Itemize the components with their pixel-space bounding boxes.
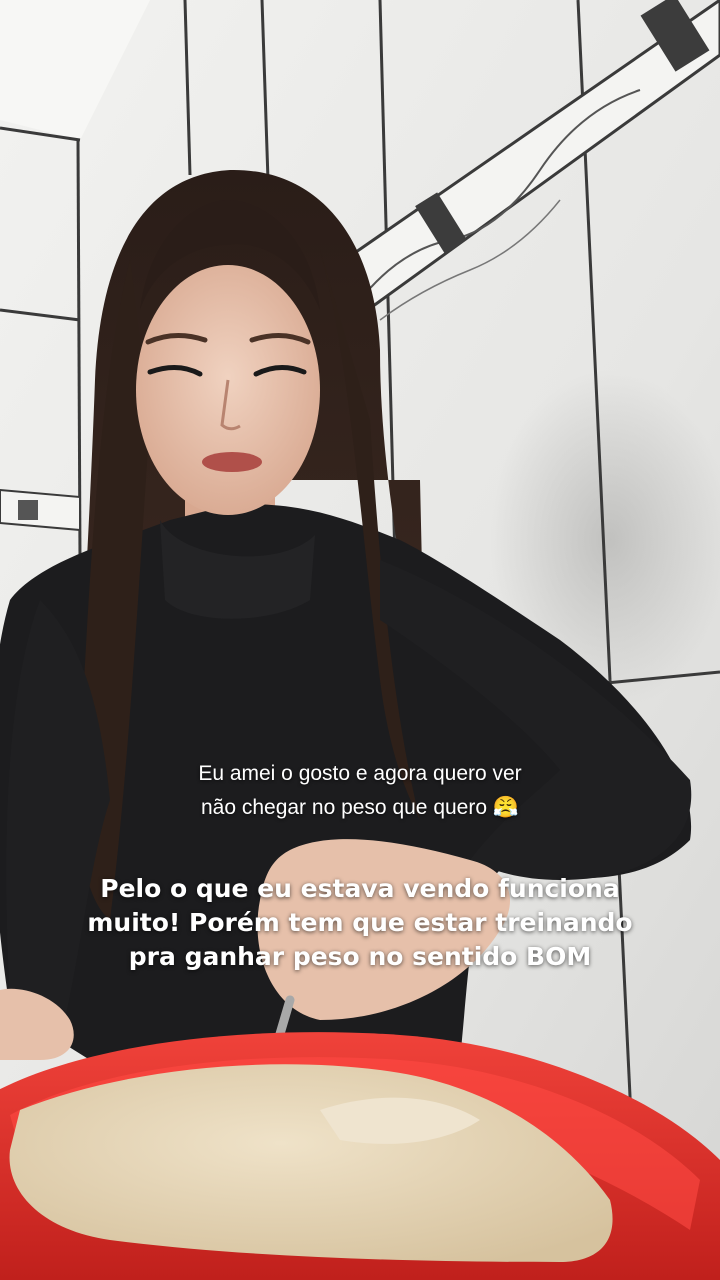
video-frame [0, 0, 720, 1280]
lips [202, 452, 262, 472]
overlay-caption-line-2: não chegar no peso que quero 😤 [200, 796, 520, 819]
overlay-caption-line-1: Eu amei o gosto e agora quero ver [198, 762, 522, 785]
main-caption-line-1: Pelo o que eu estava vendo funciona [100, 874, 620, 903]
main-caption-line-2: muito! Porém tem que estar treinando [87, 908, 633, 937]
main-caption-line-3: pra ganhar peso no sentido BOM [128, 942, 592, 971]
